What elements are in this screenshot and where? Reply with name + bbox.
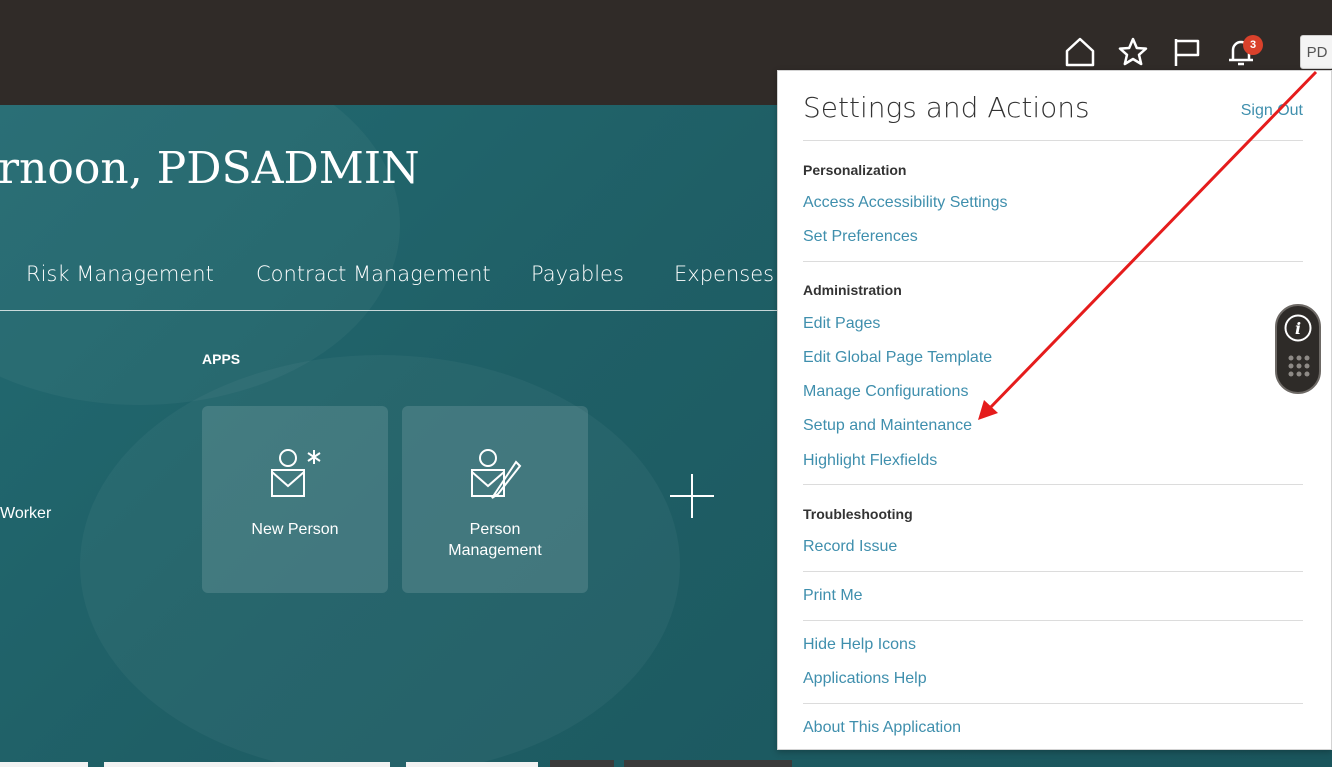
divider	[803, 620, 1303, 621]
divider	[803, 484, 1303, 485]
section-troubleshooting: Troubleshooting	[803, 506, 913, 522]
plus-icon[interactable]	[670, 474, 714, 518]
section-administration: Administration	[803, 282, 902, 298]
divider	[803, 703, 1303, 704]
notification-count-badge: 3	[1243, 35, 1263, 55]
tab-payables[interactable]: Payables	[531, 262, 624, 286]
tab-expenses[interactable]: Expenses	[674, 262, 774, 286]
flag-icon[interactable]	[1171, 36, 1203, 68]
edit-global-page-template-link[interactable]: Edit Global Page Template	[803, 349, 992, 367]
star-icon[interactable]	[1117, 36, 1149, 68]
record-issue-link[interactable]: Record Issue	[803, 538, 897, 556]
tile-label: New Person	[251, 521, 339, 538]
user-avatar-menu[interactable]: PD	[1300, 35, 1332, 69]
divider	[803, 571, 1303, 572]
section-personalization: Personalization	[803, 162, 907, 178]
tab-risk-management[interactable]: Risk Management	[26, 262, 214, 286]
applications-help-link[interactable]: Applications Help	[803, 670, 927, 688]
sign-out-link[interactable]: Sign Out	[1241, 102, 1303, 120]
tab-contract-management[interactable]: Contract Management	[256, 262, 491, 286]
person-management-icon	[471, 449, 522, 499]
home-nav-tabs: Risk Management Contract Management Paya…	[0, 262, 778, 311]
setup-and-maintenance-link[interactable]: Setup and Maintenance	[803, 417, 972, 435]
bottom-partial-elements	[0, 760, 792, 767]
divider	[803, 140, 1303, 141]
about-this-application-link[interactable]: About This Application	[803, 719, 961, 737]
svg-text:i: i	[1295, 319, 1301, 338]
manage-configurations-link[interactable]: Manage Configurations	[803, 383, 968, 401]
app-tile-person-management[interactable]: Person Management	[402, 406, 588, 593]
settings-and-actions-panel: Settings and Actions Sign Out Personaliz…	[777, 70, 1332, 750]
print-me-link[interactable]: Print Me	[803, 587, 863, 605]
info-icon[interactable]: i	[1284, 314, 1312, 342]
highlight-flexfields-link[interactable]: Highlight Flexfields	[803, 452, 937, 470]
app-tile-new-person[interactable]: New Person	[202, 406, 388, 593]
panel-title: Settings and Actions	[803, 91, 1090, 124]
tile-label: Person Management	[448, 521, 542, 559]
welcome-greeting: rnoon, PDSADMIN	[0, 143, 420, 194]
divider	[803, 261, 1303, 262]
edit-pages-link[interactable]: Edit Pages	[803, 315, 880, 333]
set-preferences-link[interactable]: Set Preferences	[803, 228, 918, 246]
home-icon[interactable]	[1064, 36, 1096, 68]
grid-icon[interactable]	[1287, 354, 1311, 378]
hide-help-icons-link[interactable]: Hide Help Icons	[803, 636, 916, 654]
worker-label[interactable]: Worker	[0, 505, 51, 523]
access-accessibility-settings-link[interactable]: Access Accessibility Settings	[803, 194, 1008, 212]
floating-help-controls: i	[1275, 304, 1321, 394]
new-person-icon	[271, 449, 321, 497]
apps-heading: APPS	[202, 351, 241, 367]
